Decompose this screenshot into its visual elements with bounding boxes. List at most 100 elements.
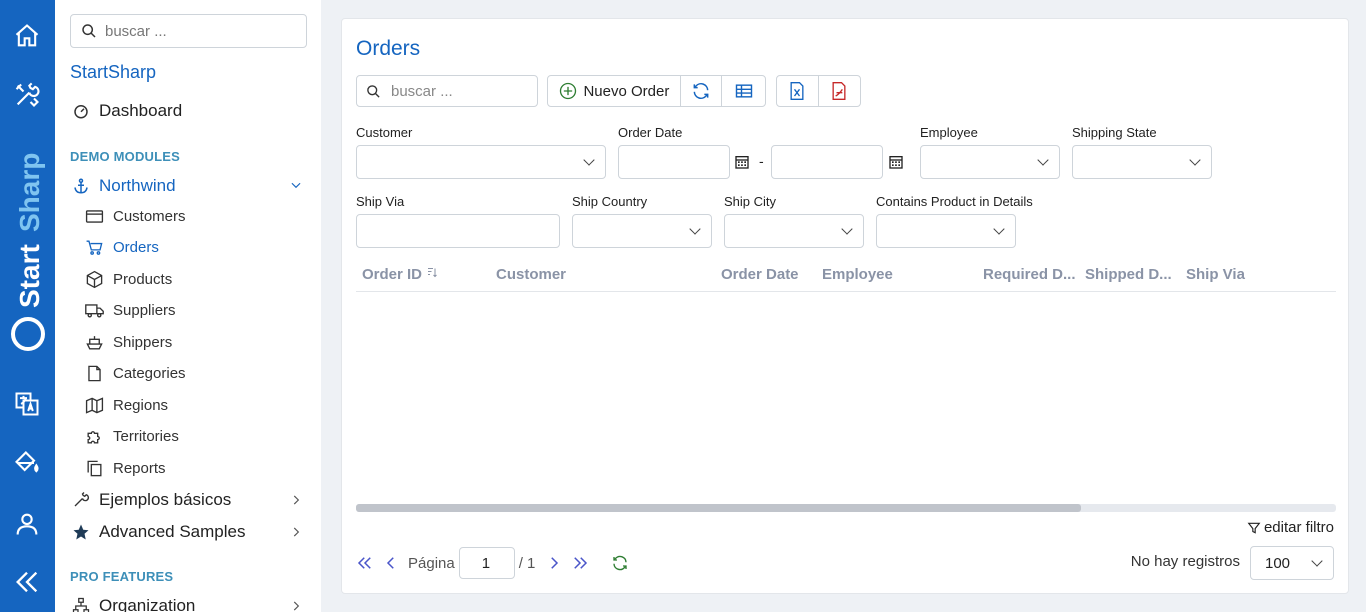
org-chart-icon xyxy=(72,597,90,612)
sidebar-item-regions[interactable]: Regions xyxy=(85,396,168,415)
page-label: Página xyxy=(408,554,455,572)
excel-export-button[interactable] xyxy=(777,76,819,106)
pdf-export-button[interactable] xyxy=(819,76,861,106)
chevron-right-icon[interactable] xyxy=(289,525,303,539)
column-header-shipped-date[interactable]: Shipped D... xyxy=(1085,266,1172,283)
sidebar-item-label: Reports xyxy=(113,460,166,477)
section-demo-modules: DEMO MODULES xyxy=(70,149,181,164)
sidebar-item-shippers[interactable]: Shippers xyxy=(85,333,172,352)
ship-city-filter-select[interactable] xyxy=(724,214,864,248)
order-date-filter-label: Order Date xyxy=(618,125,683,140)
edit-filter-link[interactable]: editar filtro xyxy=(1247,519,1334,536)
sidebar-item-label: Organization xyxy=(99,596,196,612)
sidebar-item-label: Territories xyxy=(113,428,179,445)
new-order-button[interactable]: Nuevo Order xyxy=(548,76,681,106)
previous-page-icon[interactable] xyxy=(382,554,400,572)
svg-text:Sharp: Sharp xyxy=(14,153,45,232)
column-header-order-id[interactable]: Order ID xyxy=(362,266,438,283)
customer-filter-select[interactable] xyxy=(356,145,606,179)
sidebar-item-customers[interactable]: Customers xyxy=(85,207,186,226)
column-picker-button[interactable] xyxy=(722,76,765,106)
sidebar-item-orders[interactable]: Orders xyxy=(85,238,159,257)
calendar-icon[interactable] xyxy=(734,154,750,170)
employee-filter-label: Employee xyxy=(920,125,978,140)
sidebar-item-reports[interactable]: Reports xyxy=(85,459,166,478)
sidebar-search-input[interactable]: buscar ... xyxy=(70,14,307,48)
sidebar-item-products[interactable]: Products xyxy=(85,270,172,289)
sidebar-item-northwind[interactable]: Northwind xyxy=(72,176,176,196)
excel-icon xyxy=(790,82,804,100)
contains-product-filter-label: Contains Product in Details xyxy=(876,194,1033,209)
star-icon xyxy=(73,524,89,540)
orders-panel: Orders buscar ... Nuevo Order Customer O… xyxy=(341,18,1349,594)
refresh-icon[interactable] xyxy=(611,554,629,572)
chevron-right-icon[interactable] xyxy=(289,493,303,507)
column-header-ship-via[interactable]: Ship Via xyxy=(1186,266,1245,283)
user-icon[interactable] xyxy=(11,508,43,540)
sidebar-title[interactable]: StartSharp xyxy=(70,62,156,83)
employee-filter-select[interactable] xyxy=(920,145,1060,179)
column-header-customer[interactable]: Customer xyxy=(496,266,566,283)
copy-icon xyxy=(87,460,102,477)
sidebar-item-label: Advanced Samples xyxy=(99,522,246,541)
first-page-icon[interactable] xyxy=(356,554,374,572)
order-date-start-input[interactable] xyxy=(618,145,730,179)
pager: Página 1 / 1 xyxy=(356,547,637,579)
sidebar-item-label: Suppliers xyxy=(113,302,176,319)
ship-via-filter-input[interactable] xyxy=(356,214,560,248)
plus-circle-icon xyxy=(560,82,577,100)
pdf-icon xyxy=(832,82,846,100)
sidebar-item-label: Products xyxy=(113,271,173,288)
card-icon xyxy=(85,210,104,223)
page-size-select[interactable]: 100 xyxy=(1250,546,1334,580)
export-toolbar xyxy=(776,75,861,107)
ship-country-filter-label: Ship Country xyxy=(572,194,648,209)
sidebar-item-label: Customers xyxy=(113,208,186,225)
chevron-right-icon[interactable] xyxy=(289,599,303,612)
sidebar-item-label: Northwind xyxy=(99,176,176,195)
chevron-down-icon[interactable] xyxy=(289,178,303,192)
sidebar-item-categories[interactable]: Categories xyxy=(85,364,186,383)
collapse-icon[interactable] xyxy=(11,566,43,598)
shipping-state-filter-select[interactable] xyxy=(1072,145,1212,179)
new-order-label: Nuevo Order xyxy=(583,82,670,100)
horizontal-scrollbar[interactable] xyxy=(356,504,1336,512)
sidebar-item-advanced-samples[interactable]: Advanced Samples xyxy=(72,522,245,542)
home-icon[interactable] xyxy=(11,20,43,52)
search-icon xyxy=(82,24,96,38)
sidebar-item-label: Ejemplos básicos xyxy=(99,490,232,509)
edit-filter-label: editar filtro xyxy=(1263,519,1334,536)
truck-icon xyxy=(85,304,104,318)
tools-icon[interactable] xyxy=(11,79,43,111)
order-date-end-input[interactable] xyxy=(771,145,883,179)
table-icon xyxy=(735,84,752,98)
calendar-icon[interactable] xyxy=(888,154,904,170)
puzzle-icon xyxy=(87,431,100,444)
column-header-required-date[interactable]: Required D... xyxy=(983,266,1076,283)
ship-country-filter-select[interactable] xyxy=(572,214,712,248)
refresh-button[interactable] xyxy=(681,76,723,106)
sidebar-item-territories[interactable]: Territories xyxy=(85,427,179,446)
translate-icon[interactable] xyxy=(11,388,43,420)
svg-text:Start: Start xyxy=(14,244,45,308)
contains-product-filter-select[interactable] xyxy=(876,214,1016,248)
filter-icon xyxy=(1247,522,1261,534)
page-icon xyxy=(88,365,101,382)
column-header-order-date[interactable]: Order Date xyxy=(721,266,799,283)
customer-filter-label: Customer xyxy=(356,125,413,140)
sidebar-item-basic-examples[interactable]: Ejemplos básicos xyxy=(72,490,231,510)
ship-via-filter-label: Ship Via xyxy=(356,194,405,209)
next-page-icon[interactable] xyxy=(545,554,563,572)
sidebar-item-label: Dashboard xyxy=(99,101,183,120)
page-title: Orders xyxy=(356,37,421,60)
last-page-icon[interactable] xyxy=(571,554,589,572)
scrollbar-thumb[interactable] xyxy=(356,504,1082,512)
sidebar-item-label: Regions xyxy=(113,397,169,414)
sidebar-item-suppliers[interactable]: Suppliers xyxy=(85,301,176,320)
paint-bucket-icon[interactable] xyxy=(11,447,43,479)
sidebar-item-dashboard[interactable]: Dashboard xyxy=(72,101,182,121)
grid-search-input[interactable]: buscar ... xyxy=(356,75,538,107)
page-number-input[interactable]: 1 xyxy=(458,547,515,579)
column-header-employee[interactable]: Employee xyxy=(822,266,893,283)
sidebar-item-organization[interactable]: Organization xyxy=(72,596,195,612)
